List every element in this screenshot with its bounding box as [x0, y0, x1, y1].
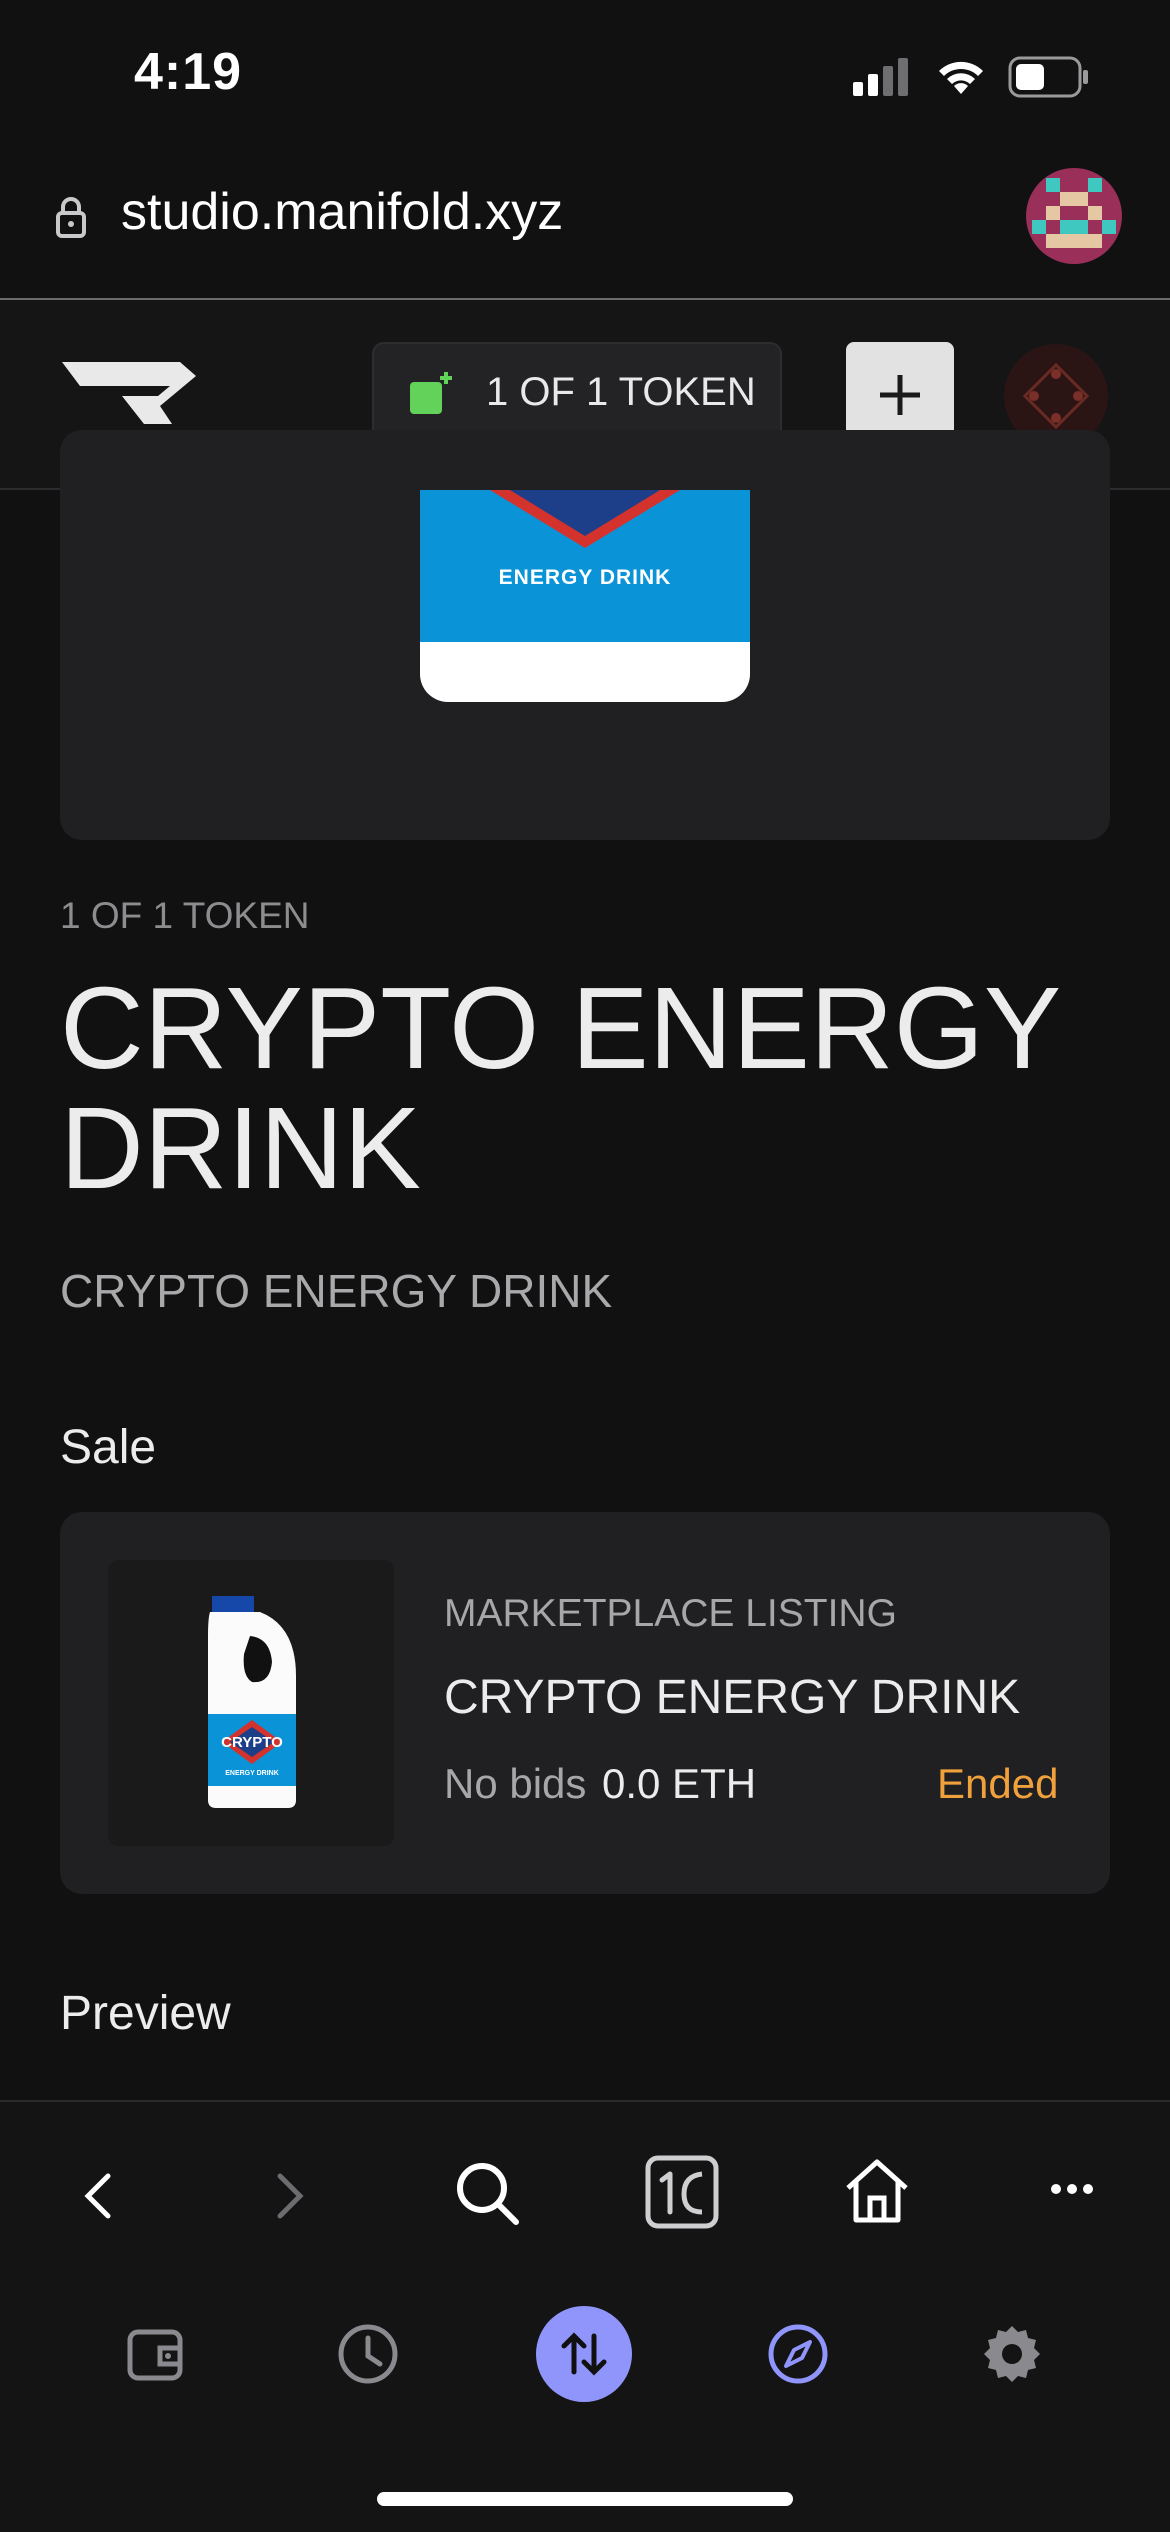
history-icon[interactable]: [336, 2322, 400, 2386]
forward-chevron-icon[interactable]: [272, 2170, 308, 2222]
artwork-label: ENERGY DRINK: [498, 566, 672, 589]
url-text[interactable]: studio.manifold.xyz: [121, 182, 563, 242]
listing-status-badge: Ended: [937, 1760, 1059, 1807]
listing-title: CRYPTO ENERGY DRINK: [444, 1671, 1021, 1724]
bottle-image: [208, 1596, 296, 1808]
listing-price: 0.0 ETH: [602, 1760, 757, 1807]
token-subtitle: CRYPTO ENERGY DRINK: [60, 1265, 613, 1317]
token-sparkle-icon: [410, 372, 452, 414]
home-indicator: [377, 2492, 793, 2506]
token-title: CRYPTO ENERGY DRINK: [60, 963, 1060, 1213]
search-icon[interactable]: [454, 2160, 520, 2226]
artwork-image[interactable]: [420, 490, 750, 702]
manifold-logo-icon[interactable]: [60, 358, 200, 428]
listing-thumbnail[interactable]: CRYPTO ENERGY DRINK: [108, 1560, 394, 1846]
token-pill-label: 1 OF 1 TOKEN: [486, 370, 756, 414]
bids-count: No bids: [444, 1760, 587, 1807]
clock-time: 4:19: [134, 43, 243, 101]
settings-gear-icon[interactable]: [980, 2322, 1044, 2386]
browser-toolbar: [0, 2100, 1170, 2292]
listing-type-label: MARKETPLACE LISTING: [444, 1592, 897, 1635]
user-avatar[interactable]: [1026, 168, 1122, 264]
tabs-icon[interactable]: [644, 2154, 720, 2230]
swap-icon[interactable]: [536, 2306, 632, 2402]
preview-heading: Preview: [60, 1987, 231, 2040]
back-chevron-icon[interactable]: [80, 2170, 116, 2222]
bottle-caption: ENERGY DRINK: [225, 1770, 279, 1777]
browser-compass-icon[interactable]: [766, 2322, 830, 2386]
battery-icon: [1008, 56, 1088, 98]
token-type-label: 1 OF 1 TOKEN: [60, 895, 310, 936]
home-icon[interactable]: [842, 2156, 912, 2226]
plus-icon: [880, 375, 920, 415]
wifi-icon: [939, 61, 983, 94]
lock-icon: [56, 197, 86, 238]
more-icon[interactable]: [1048, 2180, 1096, 2198]
sale-heading: Sale: [60, 1421, 157, 1474]
bottle-brand: CRYPTO: [221, 1734, 283, 1751]
wallet-icon[interactable]: [126, 2324, 186, 2384]
cellular-signal-icon: [853, 58, 908, 96]
